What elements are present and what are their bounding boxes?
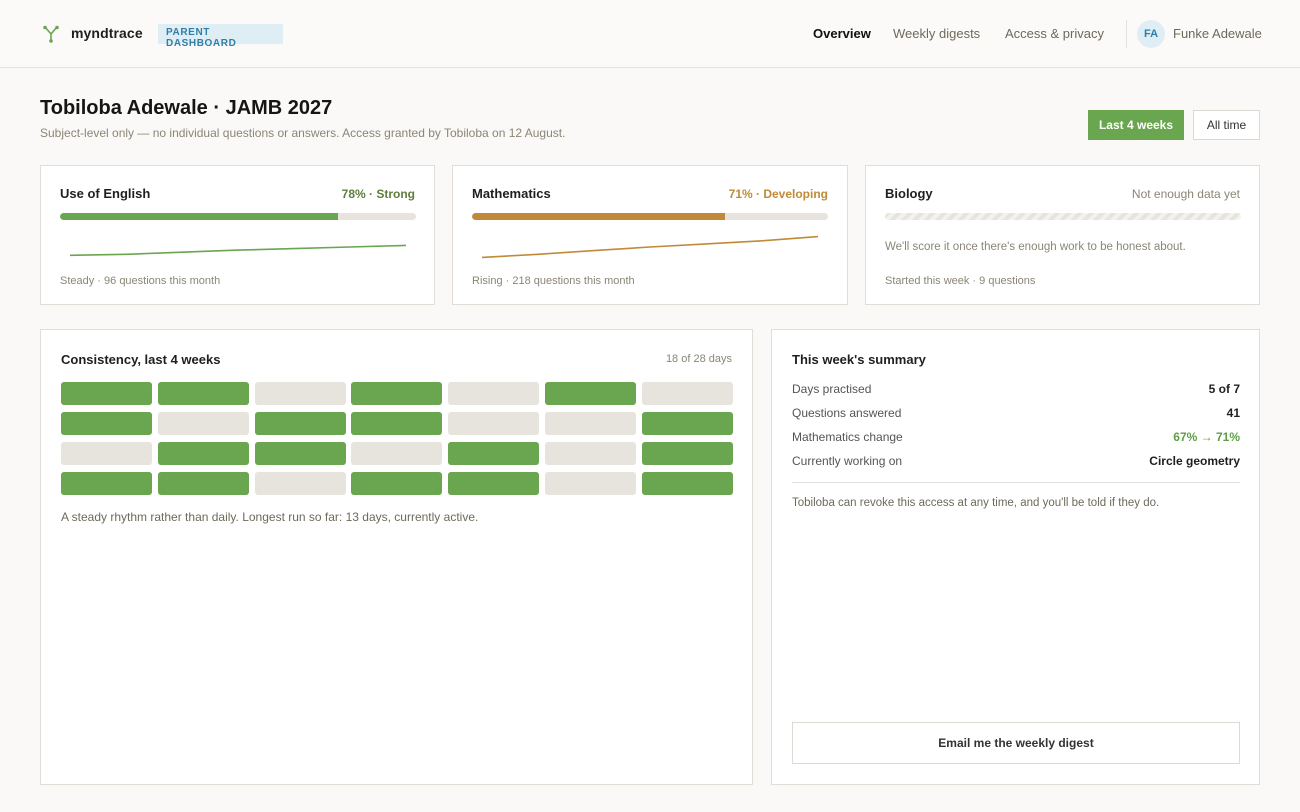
summary-value: 5 of 7 (1208, 382, 1240, 396)
avatar[interactable]: FA (1137, 20, 1165, 48)
day-cell-practised (157, 442, 249, 465)
branch-icon[interactable] (42, 25, 60, 43)
subject-card-biology: Biology Not enough data yet We'll score … (865, 165, 1260, 305)
email-weekly-digest-button[interactable]: Email me the weekly digest (792, 722, 1240, 764)
page-title: Tobiloba Adewale · JAMB 2027 (40, 97, 333, 119)
summary-label: Questions answered (792, 406, 902, 420)
subject-footer: Started this week · 9 questions (885, 275, 1036, 287)
parent-dashboard-badge: PARENT DASHBOARD (158, 24, 283, 49)
day-cell-practised (61, 382, 152, 405)
day-cell-practised (254, 442, 346, 465)
day-cell-missed (254, 472, 346, 495)
subject-name: Mathematics (472, 186, 551, 201)
consistency-title: Consistency, last 4 weeks (61, 352, 221, 367)
day-cell-practised (545, 382, 636, 405)
summary-panel: This week's summary Days practised 5 of … (771, 329, 1260, 785)
day-cell-missed (254, 382, 346, 405)
subject-score: 78% · Strong (341, 187, 415, 201)
subject-note: We'll score it once there's enough work … (885, 241, 1186, 253)
trend-line (69, 244, 407, 257)
revoke-note: Tobiloba can revoke this access at any t… (792, 497, 1160, 509)
day-cell-practised (641, 442, 733, 465)
day-cell-practised (61, 412, 152, 435)
day-cell-practised (641, 472, 733, 495)
subject-score: Not enough data yet (1131, 187, 1240, 201)
summary-title: This week's summary (792, 352, 926, 367)
day-cell-missed (641, 382, 733, 405)
subject-footer: Rising · 218 questions this month (472, 275, 635, 287)
consistency-note: A steady rhythm rather than daily. Longe… (61, 510, 479, 524)
nav-weekly-digests[interactable]: Weekly digests (893, 26, 980, 41)
user-name[interactable]: Funke Adewale (1173, 26, 1262, 41)
progress-track (60, 213, 416, 220)
day-cell-missed (351, 442, 443, 465)
day-cell-missed (545, 472, 636, 495)
progress-fill (472, 213, 725, 220)
day-cell-missed (61, 442, 152, 465)
consistency-grid (61, 382, 733, 496)
day-cell-practised (641, 412, 733, 435)
summary-value: 67% → 71% (1173, 430, 1240, 444)
nav-access-privacy[interactable]: Access & privacy (1005, 26, 1104, 41)
day-cell-missed (545, 412, 636, 435)
day-cell-missed (157, 412, 249, 435)
summary-value: Circle geometry (1149, 454, 1240, 468)
trend-sparkline (69, 244, 407, 257)
progress-fill (60, 213, 338, 220)
progress-track (472, 213, 828, 220)
last-4-weeks-button[interactable]: Last 4 weeks (1088, 110, 1184, 140)
day-cell-practised (351, 382, 443, 405)
summary-label: Mathematics change (792, 430, 903, 444)
summary-value: 41 (1226, 406, 1240, 420)
day-cell-missed (545, 442, 636, 465)
day-cell-practised (448, 472, 540, 495)
subject-score: 71% · Developing (728, 187, 828, 201)
summary-label: Days practised (792, 382, 872, 396)
day-cell-practised (448, 442, 540, 465)
day-cell-practised (157, 472, 249, 495)
top-bar: myndtrace PARENT DASHBOARD Overview Week… (0, 0, 1300, 68)
trend-sparkline (481, 235, 819, 259)
summary-divider (792, 482, 1240, 483)
trend-line (481, 235, 819, 259)
consistency-count: 18 of 28 days (665, 353, 732, 365)
day-cell-practised (157, 382, 249, 405)
all-time-button[interactable]: All time (1193, 110, 1260, 140)
day-cell-practised (61, 472, 152, 495)
nav-overview[interactable]: Overview (813, 26, 871, 41)
summary-label: Currently working on (792, 454, 903, 468)
progress-track-empty (885, 213, 1241, 220)
subject-name: Biology (885, 186, 933, 201)
nav-divider (1126, 20, 1127, 48)
day-cell-practised (351, 472, 443, 495)
day-cell-missed (448, 412, 540, 435)
day-cell-practised (254, 412, 346, 435)
subject-card-mathematics: Mathematics 71% · Developing Rising · 21… (452, 165, 848, 305)
subject-footer: Steady · 96 questions this month (60, 275, 221, 287)
consistency-panel: Consistency, last 4 weeks 18 of 28 days … (40, 329, 753, 785)
page-subtitle: Subject-level only — no individual quest… (40, 126, 566, 140)
subject-card-english: Use of English 78% · Strong Steady · 96 … (40, 165, 435, 305)
day-cell-practised (351, 412, 443, 435)
subject-name: Use of English (60, 186, 151, 201)
brand-name[interactable]: myndtrace (71, 25, 143, 41)
day-cell-missed (448, 382, 540, 405)
